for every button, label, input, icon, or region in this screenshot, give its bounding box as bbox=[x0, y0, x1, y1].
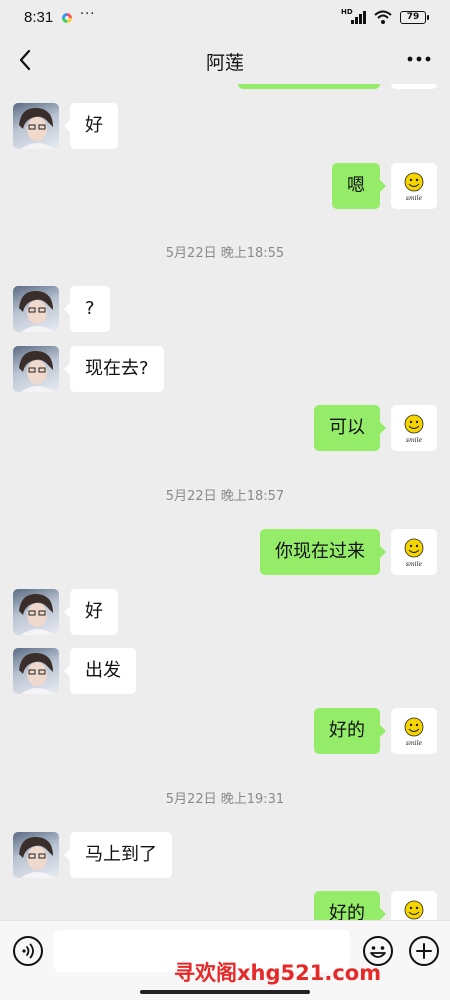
contact-avatar[interactable] bbox=[13, 103, 59, 149]
status-bar: 8:31 ··· HD 79 bbox=[0, 0, 450, 36]
smiley-face-icon: smile bbox=[404, 900, 424, 920]
chat-header: 阿莲 bbox=[0, 36, 450, 84]
message-bubble[interactable]: 好 bbox=[64, 103, 118, 149]
battery-level: 79 bbox=[406, 11, 420, 22]
battery-icon: 79 bbox=[400, 10, 429, 24]
message-row-outgoing: 你现在过来 smile bbox=[0, 529, 450, 575]
contact-avatar[interactable] bbox=[13, 589, 59, 635]
app-notification-icon bbox=[62, 13, 72, 23]
message-bubble[interactable]: 你现在过来 bbox=[260, 529, 386, 575]
message-row-incoming: 出发 bbox=[0, 648, 450, 694]
input-bar: 寻欢阁xhg521.com bbox=[0, 920, 450, 1000]
partial-top-avatar bbox=[391, 84, 437, 89]
my-avatar[interactable]: smile bbox=[391, 891, 437, 920]
message-bubble[interactable]: 现在去? bbox=[64, 346, 164, 392]
smile-logo-text: smile bbox=[406, 561, 423, 568]
network-type-label: HD bbox=[341, 7, 353, 16]
my-avatar[interactable]: smile bbox=[391, 708, 437, 754]
message-row-incoming: ? bbox=[0, 286, 450, 332]
message-row-outgoing: 可以 smile bbox=[0, 405, 450, 451]
smile-logo-text: smile bbox=[406, 195, 423, 202]
message-bubble[interactable]: 好的 bbox=[314, 708, 386, 754]
message-row-outgoing: 好的 smile bbox=[0, 891, 450, 920]
timestamp: 5月22日 晚上18:55 bbox=[165, 246, 285, 261]
chat-title: 阿莲 bbox=[205, 52, 244, 74]
contact-avatar-image bbox=[19, 593, 55, 635]
smiley-face-icon: smile bbox=[404, 717, 424, 747]
contact-avatar-image bbox=[19, 290, 55, 332]
contact-avatar[interactable] bbox=[13, 648, 59, 694]
message-row-incoming: 现在去? bbox=[0, 346, 450, 392]
message-bubble[interactable]: ? bbox=[64, 286, 110, 332]
partial-top-bubble bbox=[238, 84, 380, 89]
contact-avatar-image bbox=[19, 836, 55, 878]
contact-avatar[interactable] bbox=[13, 286, 59, 332]
cellular-signal-icon: HD bbox=[341, 8, 366, 24]
wifi-icon bbox=[374, 10, 392, 24]
plus-icon[interactable] bbox=[408, 935, 440, 967]
contact-avatar-image bbox=[19, 107, 55, 149]
message-bubble[interactable]: 出发 bbox=[64, 648, 136, 694]
my-avatar[interactable]: smile bbox=[391, 163, 437, 209]
message-bubble[interactable]: 好的 bbox=[314, 891, 386, 920]
home-indicator[interactable] bbox=[140, 990, 310, 994]
message-row-outgoing: 好的 smile bbox=[0, 708, 450, 754]
contact-avatar-image bbox=[19, 350, 55, 392]
smiley-face-icon: smile bbox=[404, 414, 424, 444]
contact-avatar[interactable] bbox=[13, 346, 59, 392]
smile-logo-text: smile bbox=[406, 437, 423, 444]
contact-avatar[interactable] bbox=[13, 832, 59, 878]
message-row-incoming: 好 bbox=[0, 589, 450, 635]
my-avatar[interactable]: smile bbox=[391, 529, 437, 575]
my-avatar[interactable]: smile bbox=[391, 405, 437, 451]
message-bubble[interactable]: 可以 bbox=[314, 405, 386, 451]
more-notifications-icon: ··· bbox=[80, 7, 96, 22]
message-bubble[interactable]: 好 bbox=[64, 589, 118, 635]
message-row-incoming: 好 bbox=[0, 103, 450, 149]
voice-input-icon[interactable] bbox=[12, 935, 44, 967]
message-row-incoming: 马上到了 bbox=[0, 832, 450, 878]
message-bubble[interactable]: 嗯 bbox=[332, 163, 386, 209]
more-options-icon[interactable] bbox=[406, 49, 432, 69]
watermark-text: 寻欢阁xhg521.com bbox=[174, 961, 382, 985]
message-list[interactable]: 好 嗯 smile 5月22日 晚上18:55 ? 现在去? 可以 smile … bbox=[0, 84, 450, 920]
contact-avatar-image bbox=[19, 652, 55, 694]
timestamp: 5月22日 晚上19:31 bbox=[165, 792, 285, 807]
message-bubble[interactable]: 马上到了 bbox=[64, 832, 172, 878]
smile-logo-text: smile bbox=[406, 740, 423, 747]
timestamp: 5月22日 晚上18:57 bbox=[165, 489, 285, 504]
status-time: 8:31 bbox=[24, 9, 54, 26]
message-row-outgoing: 嗯 smile bbox=[0, 163, 450, 209]
smiley-face-icon: smile bbox=[404, 172, 424, 202]
smiley-face-icon: smile bbox=[404, 538, 424, 568]
